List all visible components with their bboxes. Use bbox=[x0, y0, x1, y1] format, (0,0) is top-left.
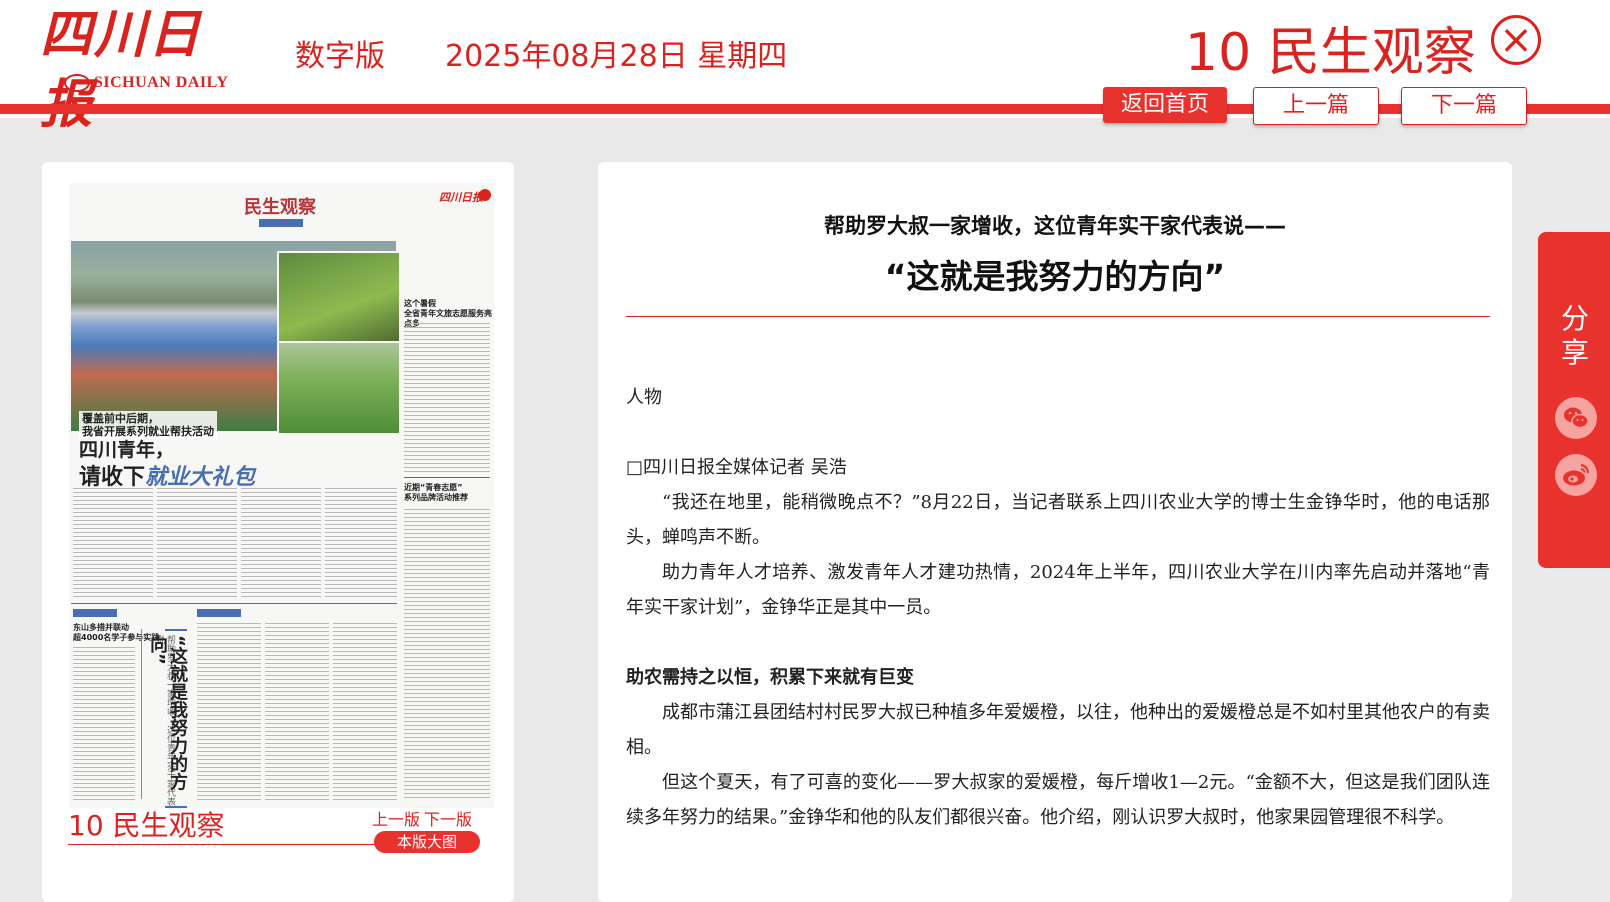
article-title-rule bbox=[626, 316, 1490, 317]
close-icon[interactable]: × bbox=[1491, 15, 1541, 65]
wechat-icon[interactable] bbox=[1555, 397, 1597, 439]
article-category: 人物 bbox=[626, 387, 662, 408]
weibo-icon[interactable] bbox=[1555, 454, 1597, 496]
article-title: “这就是我努力的方向” bbox=[884, 257, 1226, 296]
np-headline-emph: 就业大礼包 bbox=[145, 465, 256, 490]
logo-en: SICHUAN DAILY bbox=[64, 74, 229, 93]
np-photo-field[interactable] bbox=[277, 341, 401, 435]
np-headline-plain: 请收下 bbox=[79, 465, 146, 490]
page-preview-panel: 民生观察 四川日报 覆盖前中后期， 我省开展系列就业帮扶活动 四川青年， 请收下… bbox=[42, 162, 514, 902]
np-section-title: 民生观察 bbox=[244, 197, 316, 218]
article-byline: □四川日报全媒体记者 吴浩 bbox=[626, 457, 847, 478]
np-photo-orchard[interactable] bbox=[277, 251, 401, 343]
np-section-tag bbox=[259, 219, 303, 227]
np-text-column bbox=[333, 623, 397, 801]
np-logo: 四川日报 bbox=[439, 191, 483, 204]
np-side-title: 近期“青春志愿” 系列品牌活动推荐 bbox=[404, 483, 468, 502]
next-article-button[interactable]: 下一篇 bbox=[1401, 87, 1527, 125]
newspaper-page-thumbnail[interactable]: 民生观察 四川日报 覆盖前中后期， 我省开展系列就业帮扶活动 四川青年， 请收下… bbox=[69, 183, 494, 808]
np-text-column bbox=[404, 509, 490, 799]
np-headline-line1: 四川青年， bbox=[79, 439, 175, 461]
page-name: 10 民生观察 bbox=[1185, 23, 1476, 83]
home-button[interactable]: 返回首页 bbox=[1103, 87, 1227, 123]
edition-label: 数字版 bbox=[295, 39, 385, 74]
np-vertical-title[interactable]: “这就是我努力的方向” bbox=[147, 629, 188, 808]
np-headline-line2: 请收下就业大礼包 bbox=[79, 459, 255, 491]
np-text-column bbox=[265, 623, 329, 801]
logo-en-text: SICHUAN DAILY bbox=[94, 74, 229, 91]
share-label: 分享 bbox=[1560, 302, 1589, 369]
np-section-tag bbox=[73, 609, 117, 617]
np-section-tag bbox=[197, 609, 241, 617]
article-paragraph: 但这个夏天，有了可喜的变化——罗大叔家的爱媛橙，每斤增收1—2元。“金额不大，但… bbox=[626, 772, 1490, 828]
np-text-column bbox=[73, 488, 153, 598]
article-subtitle: 帮助罗大叔一家增收，这位青年实干家代表说—— bbox=[824, 214, 1286, 238]
np-separator bbox=[71, 603, 397, 604]
share-sidebar: 分享 bbox=[1538, 232, 1610, 568]
page-label: 10 民生观察 bbox=[68, 809, 225, 842]
next-page-link[interactable]: 下一版 bbox=[424, 806, 472, 830]
prev-page-link[interactable]: 上一版 bbox=[372, 806, 420, 830]
np-text-column bbox=[241, 488, 321, 598]
logo-mark-icon bbox=[64, 74, 90, 93]
sichuan-daily-logo[interactable]: 四川日报 SICHUAN DAILY bbox=[40, 0, 250, 135]
np-separator bbox=[404, 477, 490, 478]
logo-cn: 四川日报 bbox=[40, 4, 203, 135]
np-text-column bbox=[325, 488, 397, 598]
np-text-column bbox=[404, 323, 490, 473]
article-section-heading: 助农需持之以恒，积累下来就有巨变 bbox=[626, 667, 914, 688]
page-big-image-button[interactable]: 本版大图 bbox=[374, 831, 480, 853]
article-body: 人物 □四川日报全媒体记者 吴浩 “我还在地里，能稍微晚点不？”8月22日，当记… bbox=[626, 380, 1490, 835]
article-paragraph: 助力青年人才培养、激发青年人才建功热情，2024年上半年，四川农业大学在川内率先… bbox=[626, 562, 1490, 618]
np-text-column bbox=[197, 623, 261, 801]
prev-article-button[interactable]: 上一篇 bbox=[1253, 87, 1379, 125]
np-kicker: 覆盖前中后期， 我省开展系列就业帮扶活动 bbox=[79, 411, 217, 439]
site-header: 四川日报 SICHUAN DAILY 数字版 2025年08月28日 星期四 1… bbox=[0, 0, 1610, 135]
issue-date: 2025年08月28日 星期四 bbox=[445, 39, 788, 74]
article-panel: 帮助罗大叔一家增收，这位青年实干家代表说—— “这就是我努力的方向” 人物 □四… bbox=[598, 162, 1512, 902]
np-text-column bbox=[157, 488, 237, 598]
np-page-number-badge bbox=[479, 189, 491, 201]
article-paragraph: 成都市蒲江县团结村村民罗大叔已种植多年爱媛橙，以往，他种出的爱媛橙总是不如村里其… bbox=[626, 702, 1490, 758]
article-paragraph: “我还在地里，能稍微晚点不？”8月22日，当记者联系上四川农业大学的博士生金铮华… bbox=[626, 492, 1490, 548]
np-text-column bbox=[73, 647, 135, 802]
